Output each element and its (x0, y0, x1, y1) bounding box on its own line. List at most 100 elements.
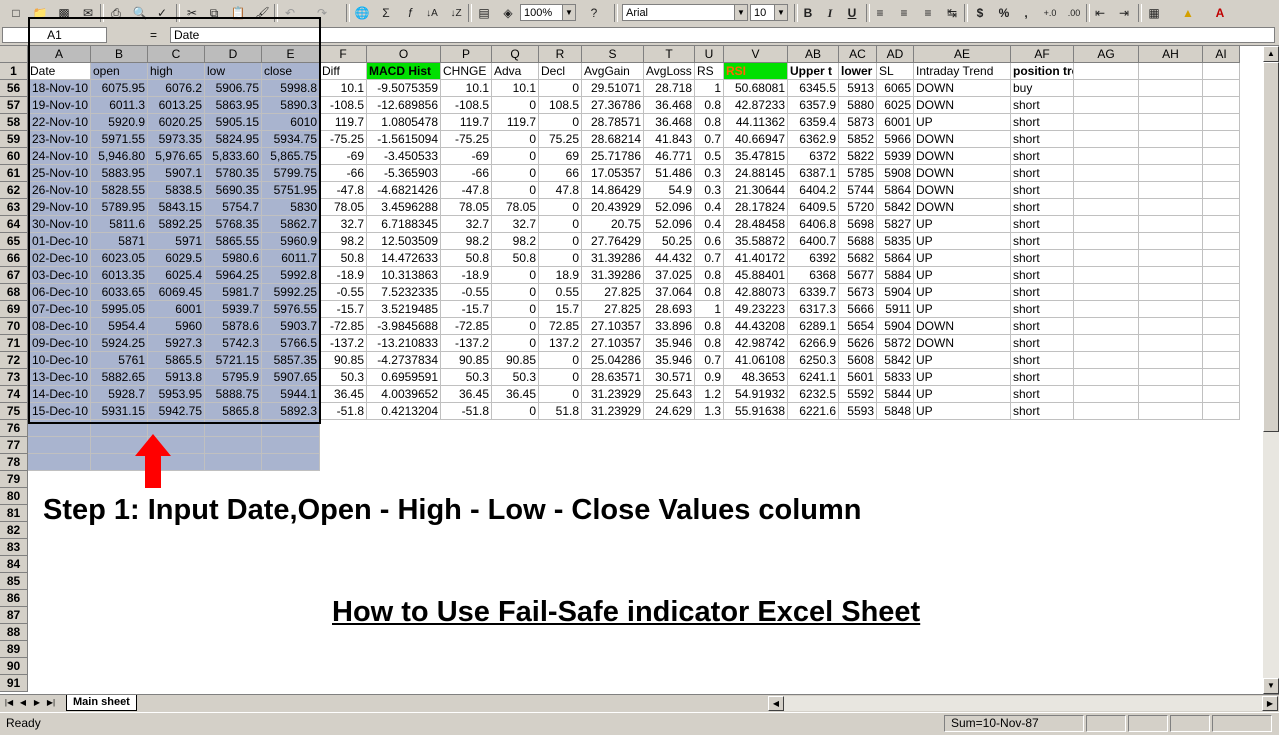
data-cell[interactable]: 0 (539, 250, 582, 267)
data-cell[interactable] (1203, 369, 1240, 386)
decrease-indent-icon[interactable]: ⇤ (1090, 3, 1110, 23)
data-cell[interactable]: 5842 (877, 352, 914, 369)
data-cell[interactable] (1203, 216, 1240, 233)
data-cell[interactable]: 6406.8 (788, 216, 839, 233)
data-cell[interactable]: -18.9 (320, 267, 367, 284)
column-header[interactable]: AF (1011, 46, 1074, 63)
data-cell[interactable]: 5960 (148, 318, 205, 335)
data-cell[interactable]: 5673 (839, 284, 877, 301)
column-header[interactable]: AB (788, 46, 839, 63)
data-cell[interactable]: 0 (492, 335, 539, 352)
column-header[interactable]: R (539, 46, 582, 63)
spelling-icon[interactable]: ✓ (152, 3, 172, 23)
header-cell[interactable]: Upper t (788, 63, 839, 80)
column-header[interactable]: C (148, 46, 205, 63)
header-cell[interactable]: open (91, 63, 148, 80)
data-cell[interactable]: 5928.7 (91, 386, 148, 403)
row-header[interactable]: 70 (0, 318, 28, 335)
data-cell[interactable]: 31.39286 (582, 267, 644, 284)
data-cell[interactable]: 6400.7 (788, 233, 839, 250)
data-cell[interactable]: short (1011, 233, 1074, 250)
data-cell[interactable]: DOWN (914, 97, 1011, 114)
align-left-icon[interactable]: ≡ (870, 3, 890, 23)
column-header[interactable]: D (205, 46, 262, 63)
data-cell[interactable]: 20.43929 (582, 199, 644, 216)
data-cell[interactable]: 5864 (877, 250, 914, 267)
data-cell[interactable]: -51.8 (441, 403, 492, 420)
data-cell[interactable]: 26-Nov-10 (28, 182, 91, 199)
data-cell[interactable]: 07-Dec-10 (28, 301, 91, 318)
formula-input[interactable]: Date (170, 27, 1275, 43)
data-cell[interactable]: 6076.2 (148, 80, 205, 97)
data-cell[interactable]: 10.1 (320, 80, 367, 97)
data-cell[interactable]: DOWN (914, 148, 1011, 165)
data-cell[interactable]: 5908 (877, 165, 914, 182)
data-cell[interactable] (1074, 97, 1139, 114)
data-cell[interactable]: 0 (492, 284, 539, 301)
data-cell[interactable]: 44.432 (644, 250, 695, 267)
data-cell[interactable]: 6289.1 (788, 318, 839, 335)
data-cell[interactable]: 21.30644 (724, 182, 788, 199)
data-cell[interactable]: 0 (492, 148, 539, 165)
data-cell[interactable] (1203, 131, 1240, 148)
row-header[interactable]: 65 (0, 233, 28, 250)
data-cell[interactable]: UP (914, 233, 1011, 250)
data-cell[interactable]: 5721.15 (205, 352, 262, 369)
header-cell[interactable]: position trend (1011, 63, 1074, 80)
row-header[interactable]: 81 (0, 505, 28, 522)
font-size-select[interactable]: 10 ▼ (750, 4, 788, 21)
data-cell[interactable]: 5980.6 (205, 250, 262, 267)
data-cell[interactable] (1139, 403, 1203, 420)
data-cell[interactable]: 6357.9 (788, 97, 839, 114)
next-sheet-icon[interactable]: ▶ (30, 696, 44, 710)
data-cell[interactable]: 0 (492, 318, 539, 335)
empty-cell[interactable] (262, 454, 320, 471)
data-cell[interactable]: 36.45 (320, 386, 367, 403)
data-cell[interactable]: 13-Dec-10 (28, 369, 91, 386)
row-header[interactable]: 91 (0, 675, 28, 692)
header-cell[interactable]: SL (877, 63, 914, 80)
data-cell[interactable]: 5906.75 (205, 80, 262, 97)
data-cell[interactable] (1139, 284, 1203, 301)
data-cell[interactable] (1139, 250, 1203, 267)
header-cell[interactable] (1074, 63, 1139, 80)
data-cell[interactable]: 28.78571 (582, 114, 644, 131)
data-cell[interactable]: UP (914, 216, 1011, 233)
data-cell[interactable]: 1 (695, 301, 724, 318)
last-sheet-icon[interactable]: ▶| (44, 696, 58, 710)
data-cell[interactable]: 5907.1 (148, 165, 205, 182)
data-cell[interactable]: 28.68214 (582, 131, 644, 148)
data-cell[interactable]: 32.7 (492, 216, 539, 233)
data-cell[interactable]: 27.36786 (582, 97, 644, 114)
data-cell[interactable]: 45.88401 (724, 267, 788, 284)
data-cell[interactable]: 0 (492, 97, 539, 114)
data-cell[interactable]: 5981.7 (205, 284, 262, 301)
data-cell[interactable]: 35.946 (644, 352, 695, 369)
data-cell[interactable]: 50.3 (441, 369, 492, 386)
data-cell[interactable]: 31.39286 (582, 250, 644, 267)
data-cell[interactable]: 28.693 (644, 301, 695, 318)
data-cell[interactable]: 5,865.75 (262, 148, 320, 165)
borders-icon[interactable]: ▦ (1144, 3, 1164, 23)
header-cell[interactable]: Adva (492, 63, 539, 80)
data-cell[interactable]: short (1011, 114, 1074, 131)
data-cell[interactable]: short (1011, 318, 1074, 335)
data-cell[interactable]: 0 (539, 386, 582, 403)
data-cell[interactable]: 36.45 (492, 386, 539, 403)
data-cell[interactable]: 6065 (877, 80, 914, 97)
data-cell[interactable]: 36.468 (644, 114, 695, 131)
data-cell[interactable]: short (1011, 199, 1074, 216)
data-cell[interactable]: 5828.55 (91, 182, 148, 199)
data-cell[interactable]: 17.05357 (582, 165, 644, 182)
data-cell[interactable] (1074, 352, 1139, 369)
data-cell[interactable]: 37.025 (644, 267, 695, 284)
column-header[interactable]: AD (877, 46, 914, 63)
header-cell[interactable]: Diff (320, 63, 367, 80)
data-cell[interactable]: -4.2737834 (367, 352, 441, 369)
data-cell[interactable] (1203, 250, 1240, 267)
row-header[interactable]: 1 (0, 63, 28, 80)
data-cell[interactable] (1074, 403, 1139, 420)
data-cell[interactable]: 5682 (839, 250, 877, 267)
sheet-tab-main[interactable]: Main sheet (66, 695, 137, 711)
sort-descending-icon[interactable]: ↓Z (446, 3, 466, 23)
